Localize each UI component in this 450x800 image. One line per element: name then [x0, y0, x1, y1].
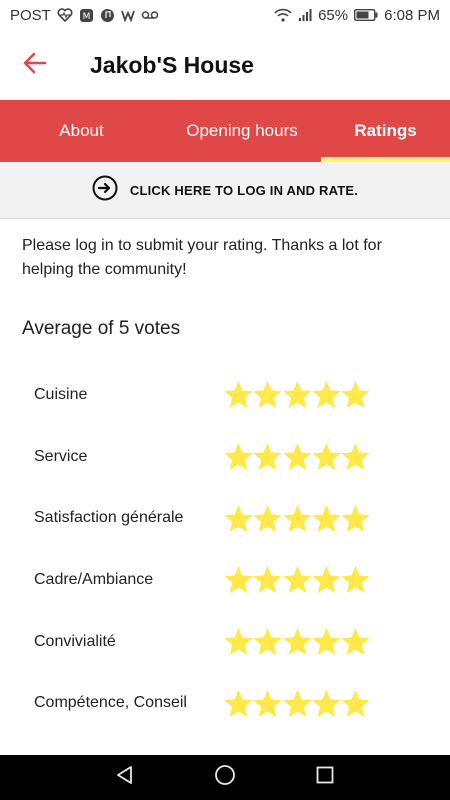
star-rating [224, 380, 370, 409]
star-filled-icon [341, 627, 370, 656]
login-icon [92, 175, 118, 206]
star-filled-icon [312, 566, 341, 594]
page-title: Jakob'S House [90, 51, 254, 78]
wifi-icon [274, 8, 292, 22]
tab-bar: About Opening hours Ratings [0, 100, 450, 162]
star-filled-icon [282, 442, 312, 471]
nav-recents-button[interactable] [310, 763, 340, 793]
app-bar: Jakob'S House [0, 30, 450, 100]
signal-icon [298, 8, 312, 22]
voicemail-icon [141, 9, 159, 21]
arrow-left-icon [23, 52, 47, 79]
star-filled-icon [341, 381, 370, 409]
tab-ratings[interactable]: Ratings [321, 100, 450, 162]
star-filled-icon [312, 689, 341, 717]
status-app-label: POST [10, 6, 51, 24]
rating-label: Cadre/Ambiance [34, 570, 154, 588]
notification-app-icon: M [79, 8, 94, 23]
star-filled-icon [224, 442, 253, 471]
star-filled-icon [224, 566, 253, 594]
star-filled-icon [312, 442, 341, 471]
star-filled-icon [341, 689, 370, 717]
square-recents-icon [316, 766, 334, 789]
music-app-icon [100, 8, 115, 23]
star-filled-icon [312, 381, 341, 409]
status-bar: POST M 65% 6:08 PM [0, 0, 450, 30]
rating-row: Service [0, 426, 450, 488]
star-filled-icon [282, 381, 312, 409]
rating-row: Satisfaction générale [0, 487, 450, 549]
star-filled-icon [282, 566, 312, 594]
rating-label: Convivialité [34, 632, 116, 650]
login-info-message: Please log in to submit your rating. Tha… [22, 237, 382, 278]
back-button[interactable] [0, 30, 70, 100]
star-filled-icon [224, 381, 253, 409]
rating-row: Convivialité [0, 611, 450, 673]
star-filled-icon [341, 442, 370, 471]
rating-label: Service [34, 447, 88, 465]
battery-percent: 65% [318, 6, 349, 24]
star-rating [224, 442, 370, 471]
star-filled-icon [224, 689, 253, 717]
star-filled-icon [224, 627, 253, 656]
login-to-rate-label: CLICK HERE TO LOG IN AND RATE. [129, 182, 359, 198]
clock-time: 6:08 PM [384, 6, 440, 24]
star-rating [224, 565, 370, 594]
star-rating [224, 689, 370, 718]
triangle-back-icon [115, 765, 135, 790]
rating-row: Cuisine [0, 364, 450, 426]
svg-text:M: M [82, 12, 90, 22]
star-filled-icon [282, 504, 312, 532]
star-filled-icon [341, 566, 370, 594]
rating-label: Compétence, Conseil [34, 694, 187, 712]
star-filled-icon [253, 689, 282, 717]
battery-icon [354, 9, 378, 21]
tab-about[interactable]: About [0, 100, 163, 162]
star-filled-icon [312, 504, 341, 532]
w-app-icon [120, 8, 135, 22]
rating-label: Cuisine [34, 385, 88, 403]
login-to-rate-button[interactable]: CLICK HERE TO LOG IN AND RATE. [0, 162, 450, 219]
star-filled-icon [253, 627, 282, 656]
circle-home-icon [214, 764, 236, 791]
star-filled-icon [253, 566, 282, 594]
star-filled-icon [312, 627, 341, 656]
nav-home-button[interactable] [210, 763, 240, 793]
star-rating [224, 627, 370, 656]
star-filled-icon [253, 381, 282, 409]
nav-back-button[interactable] [110, 763, 140, 793]
star-rating [224, 504, 370, 533]
rating-row: Cadre/Ambiance [0, 549, 450, 611]
star-filled-icon [224, 504, 253, 532]
heart-pulse-icon [57, 8, 73, 22]
status-right: 65% 6:08 PM [274, 7, 440, 24]
star-filled-icon [253, 442, 282, 471]
status-left: POST M [10, 7, 159, 24]
star-filled-icon [341, 504, 370, 532]
ratings-list: Cuisine Service Satisfaction générale Cadre… [0, 364, 450, 734]
star-filled-icon [253, 504, 282, 532]
rating-row: Compétence, Conseil [0, 672, 450, 734]
star-filled-icon [282, 627, 312, 656]
star-filled-icon [282, 689, 312, 717]
rating-label: Satisfaction générale [34, 509, 184, 527]
average-votes-label: Average of 5 votes [22, 318, 181, 339]
tab-opening-hours[interactable]: Opening hours [163, 100, 321, 162]
system-nav-bar [0, 755, 450, 800]
